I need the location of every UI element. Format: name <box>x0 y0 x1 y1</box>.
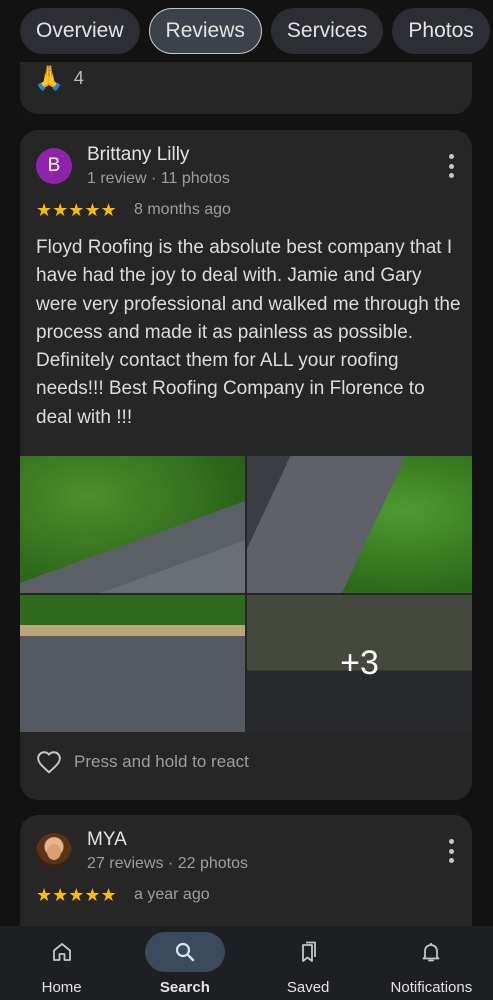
reaction-count: 4 <box>73 68 84 88</box>
heart-icon <box>37 751 61 774</box>
nav-saved-label: Saved <box>286 979 330 996</box>
review-photo[interactable] <box>247 456 472 593</box>
nav-notifications-label: Notifications <box>390 979 473 996</box>
nav-home[interactable]: Home <box>0 926 123 1000</box>
nav-saved[interactable]: Saved <box>247 926 370 1000</box>
tab-services[interactable]: Services <box>270 8 384 54</box>
reaction-summary[interactable]: 🙏 4 <box>34 64 84 93</box>
more-options-icon[interactable] <box>448 154 454 178</box>
review-text: Floyd Roofing is the absolute best compa… <box>36 237 461 428</box>
more-options-icon[interactable] <box>448 839 454 863</box>
nav-search[interactable]: Search <box>123 926 246 1000</box>
react-button[interactable]: Press and hold to react <box>36 750 249 774</box>
reviewer-name[interactable]: Brittany Lilly <box>87 144 189 166</box>
bell-icon <box>422 943 440 962</box>
review-date: 8 months ago <box>134 201 231 218</box>
folded-hands-emoji: 🙏 <box>34 65 64 92</box>
review-photo-grid: +3 <box>20 456 472 732</box>
star-rating: ★★★★★ <box>36 200 117 220</box>
star-rating: ★★★★★ <box>36 885 117 905</box>
review-date: a year ago <box>134 886 210 903</box>
avatar[interactable]: B <box>36 148 72 184</box>
review-photo-more[interactable]: +3 <box>247 595 472 732</box>
reviewer-meta: 1 review · 11 photos <box>87 170 230 187</box>
avatar[interactable] <box>36 833 72 869</box>
tab-overview[interactable]: Overview <box>20 8 140 54</box>
nav-notifications[interactable]: Notifications <box>370 926 493 1000</box>
nav-home-label: Home <box>41 979 82 996</box>
review-photo[interactable] <box>20 595 245 732</box>
tab-reviews[interactable]: Reviews <box>148 8 262 54</box>
search-icon <box>175 942 195 962</box>
review-photo[interactable] <box>20 456 245 593</box>
reviewer-name[interactable]: MYA <box>87 829 127 851</box>
home-icon <box>52 943 71 961</box>
react-prompt: Press and hold to react <box>74 752 249 771</box>
bottom-navigation: Home Search Saved Notifications <box>0 926 493 1000</box>
review-card: B Brittany Lilly 1 review · 11 photos ★★… <box>20 130 472 800</box>
tab-bar: Overview Reviews Services Photos <box>0 0 493 62</box>
reviewer-meta: 27 reviews · 22 photos <box>87 855 248 872</box>
nav-search-label: Search <box>159 979 210 996</box>
more-photos-count: +3 <box>340 644 379 682</box>
bookmarks-icon <box>302 941 317 962</box>
tab-photos[interactable]: Photos <box>392 8 490 54</box>
